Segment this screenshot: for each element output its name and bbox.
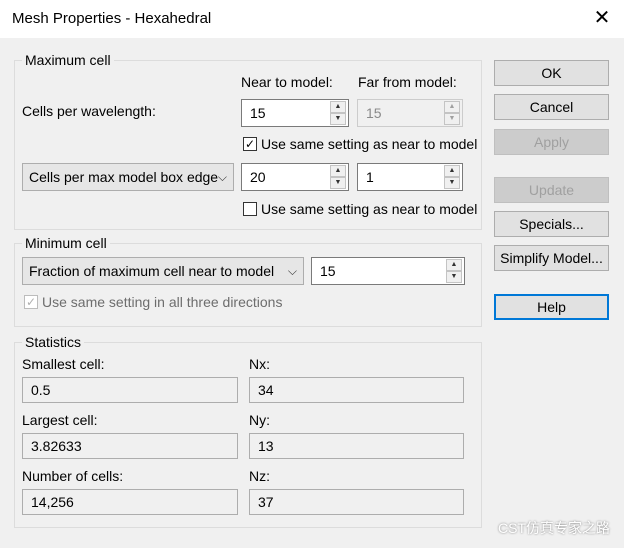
spin-up-icon[interactable]: ▲ (444, 165, 460, 177)
cpw-near-input[interactable]: 15 ▲ ▼ (241, 99, 349, 127)
cpw-far-input: 15 ▲ ▼ (357, 99, 463, 127)
specials-button[interactable]: Specials... (494, 211, 609, 237)
minimum-cell-mode-dropdown[interactable]: Fraction of maximum cell near to model ⌵ (22, 257, 304, 285)
number-of-cells-label: Number of cells: (22, 468, 124, 484)
use-same-directions-label: Use same setting in all three directions (42, 294, 283, 310)
spin-down-icon[interactable]: ▼ (330, 113, 346, 125)
edge-near-value: 20 (250, 169, 266, 185)
watermark-text: CST仿真专家之路 (498, 520, 610, 536)
spin-down-icon[interactable]: ▼ (446, 271, 462, 283)
nz-field: 37 (249, 489, 464, 515)
use-same-near-checkbox-1[interactable]: ✓ (243, 137, 257, 151)
minimum-cell-legend: Minimum cell (22, 235, 110, 251)
edge-mode-dropdown[interactable]: Cells per max model box edge ⌵ (22, 163, 234, 191)
spin-up-icon[interactable]: ▲ (330, 101, 346, 113)
largest-cell-field: 3.82633 (22, 433, 238, 459)
use-same-near-checkbox-2[interactable] (243, 202, 257, 216)
largest-cell-label: Largest cell: (22, 412, 98, 428)
use-same-near-label-1: Use same setting as near to model (261, 136, 478, 152)
chevron-down-icon: ⌵ (287, 264, 297, 278)
spin-up-icon: ▲ (444, 101, 460, 113)
smallest-cell-field: 0.5 (22, 377, 238, 403)
help-button[interactable]: Help (494, 294, 609, 320)
smallest-cell-label: Smallest cell: (22, 356, 105, 372)
spin-down-icon[interactable]: ▼ (444, 177, 460, 189)
edge-mode-value: Cells per max model box edge (29, 169, 219, 185)
window-title: Mesh Properties - Hexahedral (12, 10, 212, 27)
cells-per-wavelength-label: Cells per wavelength: (22, 103, 156, 119)
number-of-cells-field: 14,256 (22, 489, 238, 515)
far-from-model-header: Far from model: (358, 74, 457, 90)
simplify-model-button[interactable]: Simplify Model... (494, 245, 609, 271)
edge-near-input[interactable]: 20 ▲ ▼ (241, 163, 349, 191)
ny-label: Ny: (249, 412, 270, 428)
nx-field: 34 (249, 377, 464, 403)
close-icon[interactable]: ✕ (590, 6, 614, 30)
minimum-cell-mode-value: Fraction of maximum cell near to model (29, 263, 275, 279)
statistics-legend: Statistics (22, 334, 85, 350)
update-button: Update (494, 177, 609, 203)
nx-label: Nx: (249, 356, 270, 372)
spin-up-icon[interactable]: ▲ (330, 165, 346, 177)
minimum-cell-value: 15 (320, 263, 336, 279)
cpw-near-value: 15 (250, 105, 266, 121)
cpw-far-value: 15 (366, 105, 382, 121)
edge-far-input[interactable]: 1 ▲ ▼ (357, 163, 463, 191)
use-same-near-label-2: Use same setting as near to model (261, 201, 478, 217)
nz-label: Nz: (249, 468, 270, 484)
apply-button: Apply (494, 129, 609, 155)
spin-down-icon: ▼ (444, 113, 460, 125)
cancel-button[interactable]: Cancel (494, 94, 609, 120)
near-to-model-header: Near to model: (241, 74, 333, 90)
edge-far-value: 1 (366, 169, 374, 185)
chevron-down-icon: ⌵ (217, 170, 227, 184)
spin-down-icon[interactable]: ▼ (330, 177, 346, 189)
spin-up-icon[interactable]: ▲ (446, 259, 462, 271)
minimum-cell-input[interactable]: 15 ▲ ▼ (311, 257, 465, 285)
maximum-cell-legend: Maximum cell (22, 52, 114, 68)
ok-button[interactable]: OK (494, 60, 609, 86)
minimum-cell-group (14, 243, 482, 327)
use-same-directions-checkbox: ✓ (24, 295, 38, 309)
ny-field: 13 (249, 433, 464, 459)
